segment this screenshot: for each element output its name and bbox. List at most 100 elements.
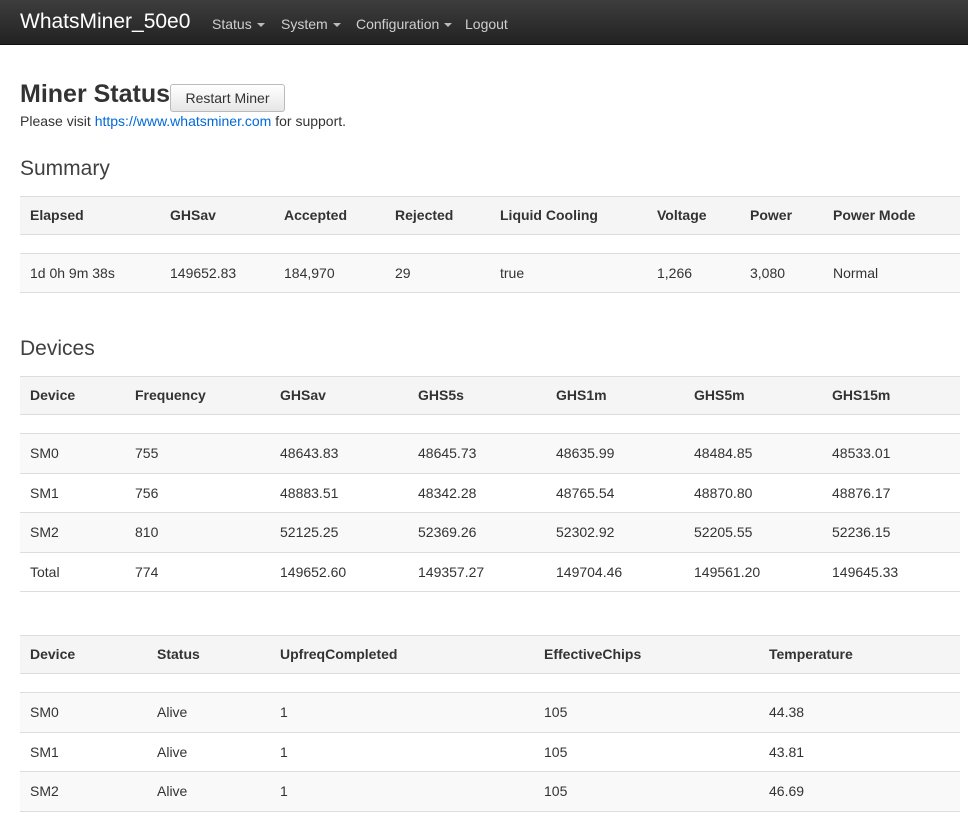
table-cell: 48635.99 — [556, 445, 615, 461]
table-row: SM1 756 48883.51 48342.28 48765.54 48870.80 48… — [20, 473, 960, 513]
column-header: GHS1m — [556, 387, 607, 403]
table-cell: 105 — [544, 783, 568, 799]
table-cell: 48765.54 — [556, 484, 615, 501]
table-cell: 756 — [135, 484, 159, 501]
table-row: SM1 Alive 1 105 43.81 — [20, 732, 960, 772]
table-cell: SM2 — [30, 524, 59, 540]
table-cell: 48876.17 — [832, 484, 891, 501]
table-cell: Alive — [157, 783, 188, 799]
column-header: GHS5m — [694, 387, 745, 403]
table-cell: Total — [30, 563, 60, 580]
caret-down-icon — [256, 23, 265, 27]
summary-heading: Summary — [20, 157, 110, 180]
column-header: Device — [30, 646, 76, 662]
table-row: SM2 810 52125.25 52369.26 52302.92 52205.55 52… — [20, 513, 960, 553]
nav-status-menu[interactable]: Status — [212, 16, 265, 32]
table-cell: 46.69 — [769, 783, 805, 799]
column-header: Temperature — [769, 646, 853, 662]
table-spacer-row — [20, 415, 960, 434]
nav-status-label: Status — [212, 16, 252, 32]
column-header: GHSav — [170, 207, 216, 223]
table-cell: SM0 — [30, 445, 59, 461]
table-cell: 1 — [280, 743, 288, 760]
table-cell: 1 — [280, 783, 288, 799]
table-cell: 1,266 — [657, 265, 693, 281]
page-title: Miner Status — [20, 80, 171, 108]
support-suffix: for support. — [271, 113, 347, 129]
table-cell: 48645.73 — [418, 445, 477, 461]
table-cell: 43.81 — [769, 743, 805, 760]
column-header: GHS5s — [418, 387, 464, 403]
column-header: GHSav — [280, 387, 326, 403]
column-header: Elapsed — [30, 207, 84, 223]
caret-down-icon — [332, 23, 341, 27]
table-cell: SM2 — [30, 783, 59, 799]
table-cell: 3,080 — [750, 265, 786, 281]
column-header: Power — [750, 207, 793, 223]
table-header-row: Device Frequency GHSav GHS5s GHS1m GHS5m GHS15… — [20, 376, 960, 415]
table-cell: 755 — [135, 445, 159, 461]
nav-configuration-label: Configuration — [356, 16, 440, 32]
table-cell: 105 — [544, 743, 568, 760]
table-cell: 52125.25 — [280, 524, 339, 540]
table-cell: Alive — [157, 704, 188, 720]
caret-down-icon — [444, 23, 453, 27]
table-cell: 29 — [395, 265, 411, 281]
column-header: GHS15m — [832, 387, 891, 403]
column-header: Frequency — [135, 387, 206, 403]
brand-title[interactable]: WhatsMiner_50e0 — [20, 10, 190, 34]
column-header: EffectiveChips — [544, 646, 642, 662]
table-cell: 48870.80 — [694, 484, 753, 501]
table-row: SM0 Alive 1 105 44.38 — [20, 693, 960, 733]
nav-logout-link[interactable]: Logout — [465, 16, 508, 32]
support-prefix: Please visit — [20, 113, 95, 129]
restart-miner-button[interactable]: Restart Miner — [170, 84, 285, 112]
top-navbar: WhatsMiner_50e0 Status System Configurat… — [0, 0, 968, 45]
table-cell: 149561.20 — [694, 563, 761, 580]
table-cell: 48342.28 — [418, 484, 477, 501]
table-cell: 105 — [544, 704, 568, 720]
table-cell: 1 — [280, 704, 288, 720]
table-cell: 52369.26 — [418, 524, 477, 540]
column-header: Rejected — [395, 207, 454, 223]
table-row: Total 774 149652.60 149357.27 149704.46 14956… — [20, 552, 960, 592]
table-cell: 48883.51 — [280, 484, 339, 501]
table-row: SM2 Alive 1 105 46.69 — [20, 772, 960, 812]
column-header: Liquid Cooling — [500, 207, 598, 223]
nav-system-menu[interactable]: System — [281, 16, 341, 32]
table-cell: SM1 — [30, 484, 59, 501]
table-cell: 1d 0h 9m 38s — [30, 265, 115, 281]
column-header: Status — [157, 646, 200, 662]
table-cell: SM1 — [30, 743, 59, 760]
table-cell: Normal — [833, 265, 879, 281]
table-header-row: Elapsed GHSav Accepted Rejected Liquid Cooli… — [20, 196, 960, 235]
table-row: 1d 0h 9m 38s 149652.83 184,970 29 true 1,266 3… — [20, 254, 960, 293]
table-cell: SM0 — [30, 704, 59, 720]
table-cell: 184,970 — [284, 265, 335, 281]
nav-system-label: System — [281, 16, 328, 32]
table-cell: 44.38 — [769, 704, 805, 720]
table-cell: 52205.55 — [694, 524, 753, 540]
table-spacer-row — [20, 235, 960, 254]
table-cell: 48484.85 — [694, 445, 753, 461]
table-cell: 774 — [135, 563, 159, 580]
column-header: Voltage — [657, 207, 707, 223]
table-header-row: Device Status UpfreqCompleted EffectiveChip… — [20, 635, 960, 674]
nav-configuration-menu[interactable]: Configuration — [356, 16, 453, 32]
table-cell: 48643.83 — [280, 445, 339, 461]
table-row: SM0 755 48643.83 48645.73 48635.99 48484.85 48… — [20, 434, 960, 474]
table-cell: 149652.60 — [280, 563, 347, 580]
table-cell: 149704.46 — [556, 563, 623, 580]
support-link[interactable]: https://www.whatsminer.com — [95, 113, 272, 129]
table-cell: 810 — [135, 524, 159, 540]
table-cell: 48533.01 — [832, 445, 891, 461]
column-header: Device — [30, 387, 76, 403]
column-header: UpfreqCompleted — [280, 646, 398, 662]
table-cell: 149645.33 — [832, 563, 899, 580]
table-cell: 149357.27 — [418, 563, 485, 580]
column-header: Power Mode — [833, 207, 916, 223]
column-header: Accepted — [284, 207, 348, 223]
table-cell: 52236.15 — [832, 524, 891, 540]
table-cell: 52302.92 — [556, 524, 615, 540]
table-cell: true — [500, 265, 525, 281]
